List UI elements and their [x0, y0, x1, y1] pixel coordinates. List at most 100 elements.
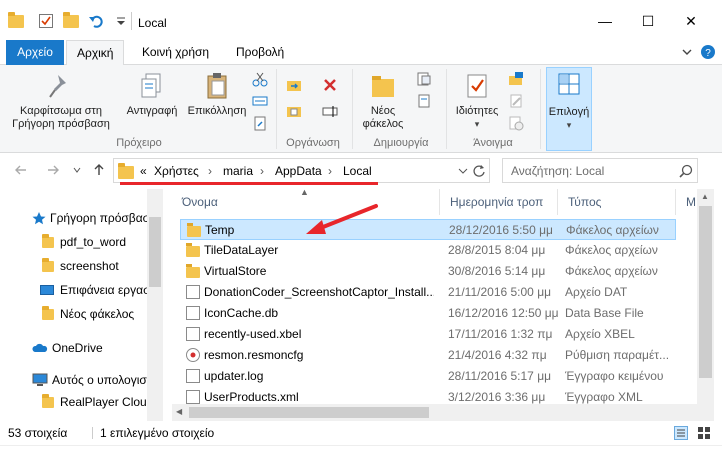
group-label-new: Δημιουργία [373, 137, 429, 149]
nav-screenshot[interactable]: screenshot [0, 255, 148, 277]
file-row[interactable]: resmon.resmoncfg 21/4/2016 4:32 πμ Ρύθμι… [180, 345, 676, 366]
search-icon[interactable] [679, 164, 693, 178]
copy-icon [137, 71, 167, 101]
nav-pdf-to-word[interactable]: pdf_to_word [0, 231, 148, 253]
star-icon [32, 211, 46, 225]
file-row[interactable]: VirtualStore 30/8/2016 5:14 μμ Φάκελος α… [180, 261, 676, 282]
file-name: updater.log [204, 369, 264, 383]
new-folder-button[interactable]: Νέος φάκελος [358, 71, 408, 131]
file-row[interactable]: updater.log 28/11/2016 5:17 μμ Έγγραφο κ… [180, 366, 676, 387]
file-date: 17/11/2016 1:32 πμ [448, 327, 553, 341]
file-list-scroll-thumb[interactable] [699, 206, 712, 378]
file-name: TileDataLayer [204, 243, 279, 257]
open-icon[interactable] [508, 71, 524, 87]
refresh-icon[interactable] [472, 164, 486, 178]
folder-icon [186, 243, 200, 257]
file-row[interactable]: TileDataLayer 28/8/2015 8:04 μμ Φάκελος … [180, 240, 676, 261]
breadcrumb-appdata[interactable]: AppData [275, 164, 322, 178]
breadcrumb-local[interactable]: Local [343, 164, 372, 178]
easy-access-icon[interactable] [416, 93, 432, 109]
folder-icon [186, 264, 200, 278]
nav-scroll-thumb[interactable] [149, 217, 161, 287]
breadcrumb-maria[interactable]: maria [223, 164, 253, 178]
nav-realplayer-cloud[interactable]: RealPlayer Cloud [0, 391, 148, 413]
nav-new-folder[interactable]: Νέος φάκελος [0, 303, 148, 325]
paste-icon [202, 71, 232, 101]
tab-share[interactable]: Κοινή χρήση [132, 40, 219, 65]
copy-path-icon[interactable] [252, 93, 268, 109]
folder-icon [42, 234, 56, 249]
file-row[interactable]: Temp 28/12/2016 5:50 μμ Φάκελος αρχείων [180, 219, 676, 240]
new-folder-icon[interactable] [63, 12, 79, 29]
history-icon [508, 115, 524, 131]
nav-scrollbar[interactable] [147, 189, 163, 421]
rename-icon[interactable] [322, 103, 338, 119]
nav-onedrive[interactable]: OneDrive [0, 337, 148, 359]
breadcrumb-users[interactable]: Χρήστες [154, 164, 199, 178]
pin-to-quick-access-button[interactable]: Καρφίτσωμα στη Γρήγορη πρόσβαση [6, 71, 116, 131]
folder-icon [118, 163, 134, 179]
maximize-button[interactable]: ☐ [627, 6, 669, 36]
file-type: Φάκελος αρχείων [565, 264, 658, 278]
edit-icon [508, 93, 524, 109]
folder-icon [8, 12, 24, 29]
move-to-icon[interactable] [286, 77, 302, 93]
details-view-icon[interactable] [674, 426, 688, 440]
copy-to-icon[interactable] [286, 103, 302, 119]
annotation-arrow [300, 203, 380, 239]
minimize-button[interactable]: — [584, 6, 626, 36]
file-row[interactable]: IconCache.db 16/12/2016 12:50 μμ Data Ba… [180, 303, 676, 324]
file-row[interactable]: DonationCoder_ScreenshotCaptor_Install..… [180, 282, 676, 303]
folder-icon [42, 258, 56, 273]
new-item-icon[interactable] [416, 71, 432, 87]
close-button[interactable]: ✕ [670, 6, 712, 36]
column-date[interactable]: Ημερομηνία τροπ [440, 189, 558, 215]
properties-icon[interactable] [38, 13, 54, 29]
select-icon [557, 72, 581, 96]
file-date: 16/12/2016 12:50 μμ [448, 306, 559, 320]
search-input[interactable]: Αναζήτηση: Local [502, 158, 698, 183]
nav-label: Επιφάνεια εργασίας [60, 283, 148, 297]
breadcrumb-overflow[interactable]: « [140, 164, 147, 178]
address-bar[interactable]: « Χρήστες › maria › AppData › Local [113, 158, 490, 183]
file-type: Data Base File [565, 306, 644, 320]
copy-label: Αντιγραφή [126, 105, 178, 117]
help-icon[interactable]: ? [700, 44, 716, 60]
recent-locations-icon[interactable] [72, 165, 82, 175]
undo-icon[interactable] [88, 13, 104, 29]
nav-desktop[interactable]: Επιφάνεια εργασίας [0, 279, 148, 301]
tab-home[interactable]: Αρχική [66, 40, 125, 66]
delete-icon[interactable] [322, 77, 338, 93]
file-row[interactable]: recently-used.xbel 17/11/2016 1:32 πμ Αρ… [180, 324, 676, 345]
search-placeholder: Αναζήτηση: Local [511, 164, 605, 178]
paste-label: Επικόλληση [187, 105, 247, 117]
nav-this-pc[interactable]: Αυτός ο υπολογιστής [0, 369, 148, 391]
forward-icon[interactable] [46, 163, 60, 177]
properties-button[interactable]: Ιδιότητες ▾ [450, 71, 504, 131]
back-icon[interactable] [14, 163, 28, 177]
folder-icon [42, 394, 56, 409]
cut-icon[interactable] [252, 71, 268, 87]
nav-label: Γρήγορη πρόσβαση [50, 211, 148, 225]
tab-view[interactable]: Προβολή [226, 40, 294, 65]
paste-shortcut-icon[interactable] [252, 115, 268, 131]
select-button[interactable]: Επιλογή ▾ [546, 67, 592, 151]
column-type[interactable]: Τύπος [558, 189, 676, 215]
large-icons-view-icon[interactable] [697, 426, 711, 440]
horizontal-scroll-thumb[interactable] [189, 407, 429, 418]
window-bottom-edge [0, 445, 722, 453]
tab-file[interactable]: Αρχείο [6, 40, 64, 65]
collapse-ribbon-icon[interactable] [680, 45, 694, 59]
file-name: resmon.resmoncfg [204, 348, 304, 362]
up-icon[interactable] [92, 163, 106, 177]
nav-label: Αυτός ο υπολογιστής [52, 373, 148, 387]
paste-button[interactable]: Επικόλληση [185, 71, 249, 118]
file-list: ▲ Όνομα Ημερομηνία τροπ Τύπος Μ Temp 28/… [172, 187, 722, 421]
customize-quick-access-icon[interactable] [113, 13, 129, 29]
address-dropdown-icon[interactable] [458, 166, 468, 176]
nav-quick-access[interactable]: Γρήγορη πρόσβαση [0, 207, 148, 229]
desktop-icon [40, 283, 54, 297]
file-type: Αρχείο XBEL [565, 327, 635, 341]
copy-button[interactable]: Αντιγραφή [120, 71, 184, 118]
selection-count: 1 επιλεγμένο στοιχείο [100, 426, 215, 440]
